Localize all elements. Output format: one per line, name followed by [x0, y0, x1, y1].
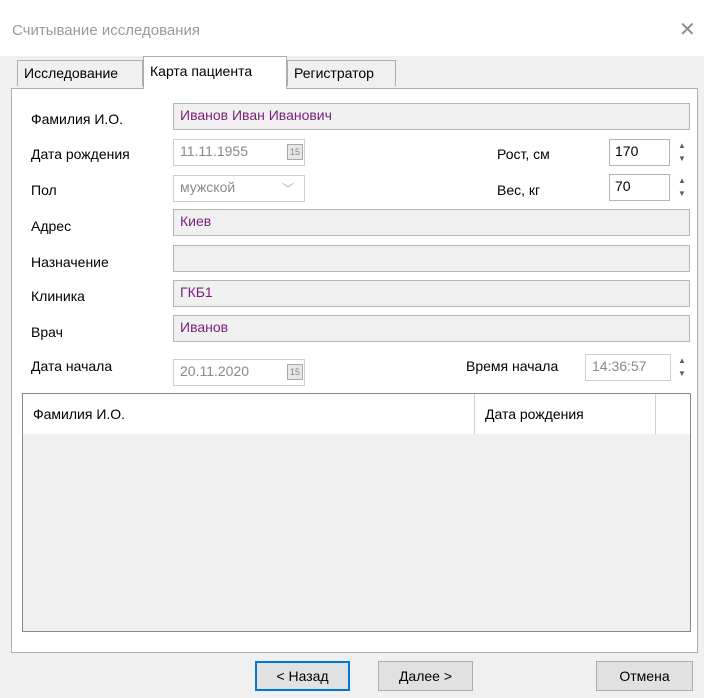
close-icon[interactable]: ✕ [679, 20, 696, 40]
grid-header: Фамилия И.О. Дата рождения [23, 394, 690, 434]
start-date-value: 20.11.2020 [180, 363, 250, 379]
chevron-down-icon: ﹀ [282, 182, 295, 196]
start-date-field: 20.11.2020 [173, 359, 305, 386]
doctor-field[interactable]: Иванов [173, 315, 690, 342]
tab-patient-card[interactable]: Карта пациента [143, 56, 287, 89]
purpose-field[interactable] [173, 245, 690, 272]
height-field[interactable]: 170 [609, 139, 670, 166]
birth-date-value: 11.11.1955 [180, 143, 248, 159]
patients-grid[interactable]: Фамилия И.О. Дата рождения [22, 393, 691, 632]
sex-label: Пол [31, 182, 57, 198]
next-button[interactable]: Далее > [378, 661, 473, 691]
spin-up-icon[interactable]: ▲ [674, 139, 690, 152]
birth-date-label: Дата рождения [31, 146, 130, 162]
height-spinner[interactable]: ▲ ▼ [674, 139, 690, 166]
spin-down-icon: ▼ [678, 369, 686, 378]
birth-date-field: 11.11.1955 [173, 139, 305, 166]
weight-spinner[interactable]: ▲ ▼ [674, 174, 690, 201]
purpose-label: Назначение [31, 254, 109, 270]
fio-field[interactable]: Иванов Иван Иванович [173, 103, 690, 130]
tab-recorder[interactable]: Регистратор [287, 60, 396, 86]
weight-field[interactable]: 70 [609, 174, 670, 201]
tab-study[interactable]: Исследование [17, 60, 143, 86]
calendar-icon: 15 [287, 364, 303, 380]
doctor-label: Врач [31, 324, 63, 340]
back-button[interactable]: < Назад [255, 661, 350, 691]
start-time-label: Время начала [466, 358, 559, 374]
spin-down-icon[interactable]: ▼ [674, 187, 690, 200]
sex-value: мужской [180, 179, 236, 195]
start-time-spinner: ▲ ▼ [674, 354, 690, 381]
start-date-label: Дата начала [31, 358, 113, 374]
height-label: Рост, см [497, 146, 550, 162]
address-label: Адрес [31, 218, 72, 234]
spin-down-icon[interactable]: ▼ [674, 152, 690, 165]
address-field[interactable]: Киев [173, 209, 690, 236]
weight-label: Вес, кг [497, 182, 541, 198]
spin-up-icon[interactable]: ▲ [674, 174, 690, 187]
cancel-button[interactable]: Отмена [596, 661, 693, 691]
clinic-label: Клиника [31, 288, 85, 304]
fio-label: Фамилия И.О. [31, 111, 124, 127]
start-time-value: 14:36:57 [592, 358, 647, 374]
spin-up-icon: ▲ [678, 356, 686, 365]
start-time-field: 14:36:57 [585, 354, 671, 381]
column-header-fio[interactable]: Фамилия И.О. [23, 394, 475, 434]
column-header-birth-date[interactable]: Дата рождения [475, 394, 656, 434]
clinic-field[interactable]: ГКБ1 [173, 280, 690, 307]
calendar-icon: 15 [287, 144, 303, 160]
window-title: Считывание исследования [12, 22, 200, 39]
